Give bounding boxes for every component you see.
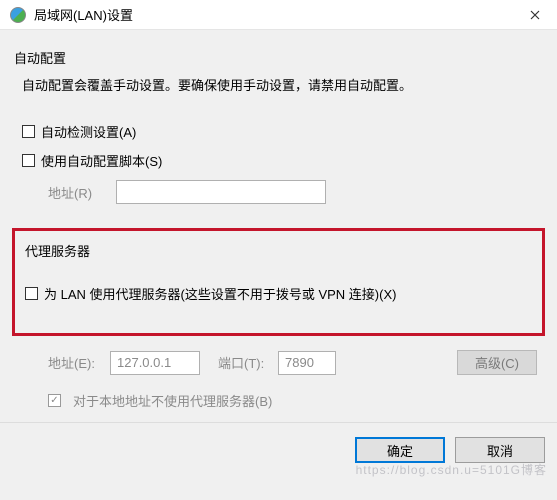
use-proxy-label: 为 LAN 使用代理服务器(这些设置不用于拨号或 VPN 连接)(X) <box>44 284 396 303</box>
proxy-port-input <box>278 351 336 375</box>
use-script-checkbox[interactable] <box>22 154 35 167</box>
bypass-local-label: 对于本地地址不使用代理服务器(B) <box>73 391 272 410</box>
close-icon <box>530 10 540 20</box>
window-title: 局域网(LAN)设置 <box>34 5 515 24</box>
proxy-port-label: 端口(T): <box>218 353 270 372</box>
auto-config-description: 自动配置会覆盖手动设置。要确保使用手动设置，请禁用自动配置。 <box>14 75 543 94</box>
advanced-button: 高级(C) <box>457 350 537 375</box>
use-proxy-checkbox[interactable] <box>25 287 38 300</box>
script-address-label: 地址(R) <box>48 183 108 202</box>
close-button[interactable] <box>515 1 555 29</box>
auto-detect-checkbox[interactable] <box>22 125 35 138</box>
proxy-address-label: 地址(E): <box>48 353 102 372</box>
internet-options-icon <box>10 7 26 23</box>
proxy-highlight-box: 代理服务器 为 LAN 使用代理服务器(这些设置不用于拨号或 VPN 连接)(X… <box>12 228 545 336</box>
proxy-title: 代理服务器 <box>25 241 532 260</box>
bypass-local-checkbox <box>48 394 61 407</box>
ok-button[interactable]: 确定 <box>355 437 445 463</box>
titlebar: 局域网(LAN)设置 <box>0 0 557 30</box>
proxy-address-input <box>110 351 200 375</box>
auto-config-title: 自动配置 <box>14 48 543 67</box>
use-script-label: 使用自动配置脚本(S) <box>41 151 162 170</box>
auto-detect-label: 自动检测设置(A) <box>41 122 136 141</box>
script-address-input <box>116 180 326 204</box>
cancel-button[interactable]: 取消 <box>455 437 545 463</box>
